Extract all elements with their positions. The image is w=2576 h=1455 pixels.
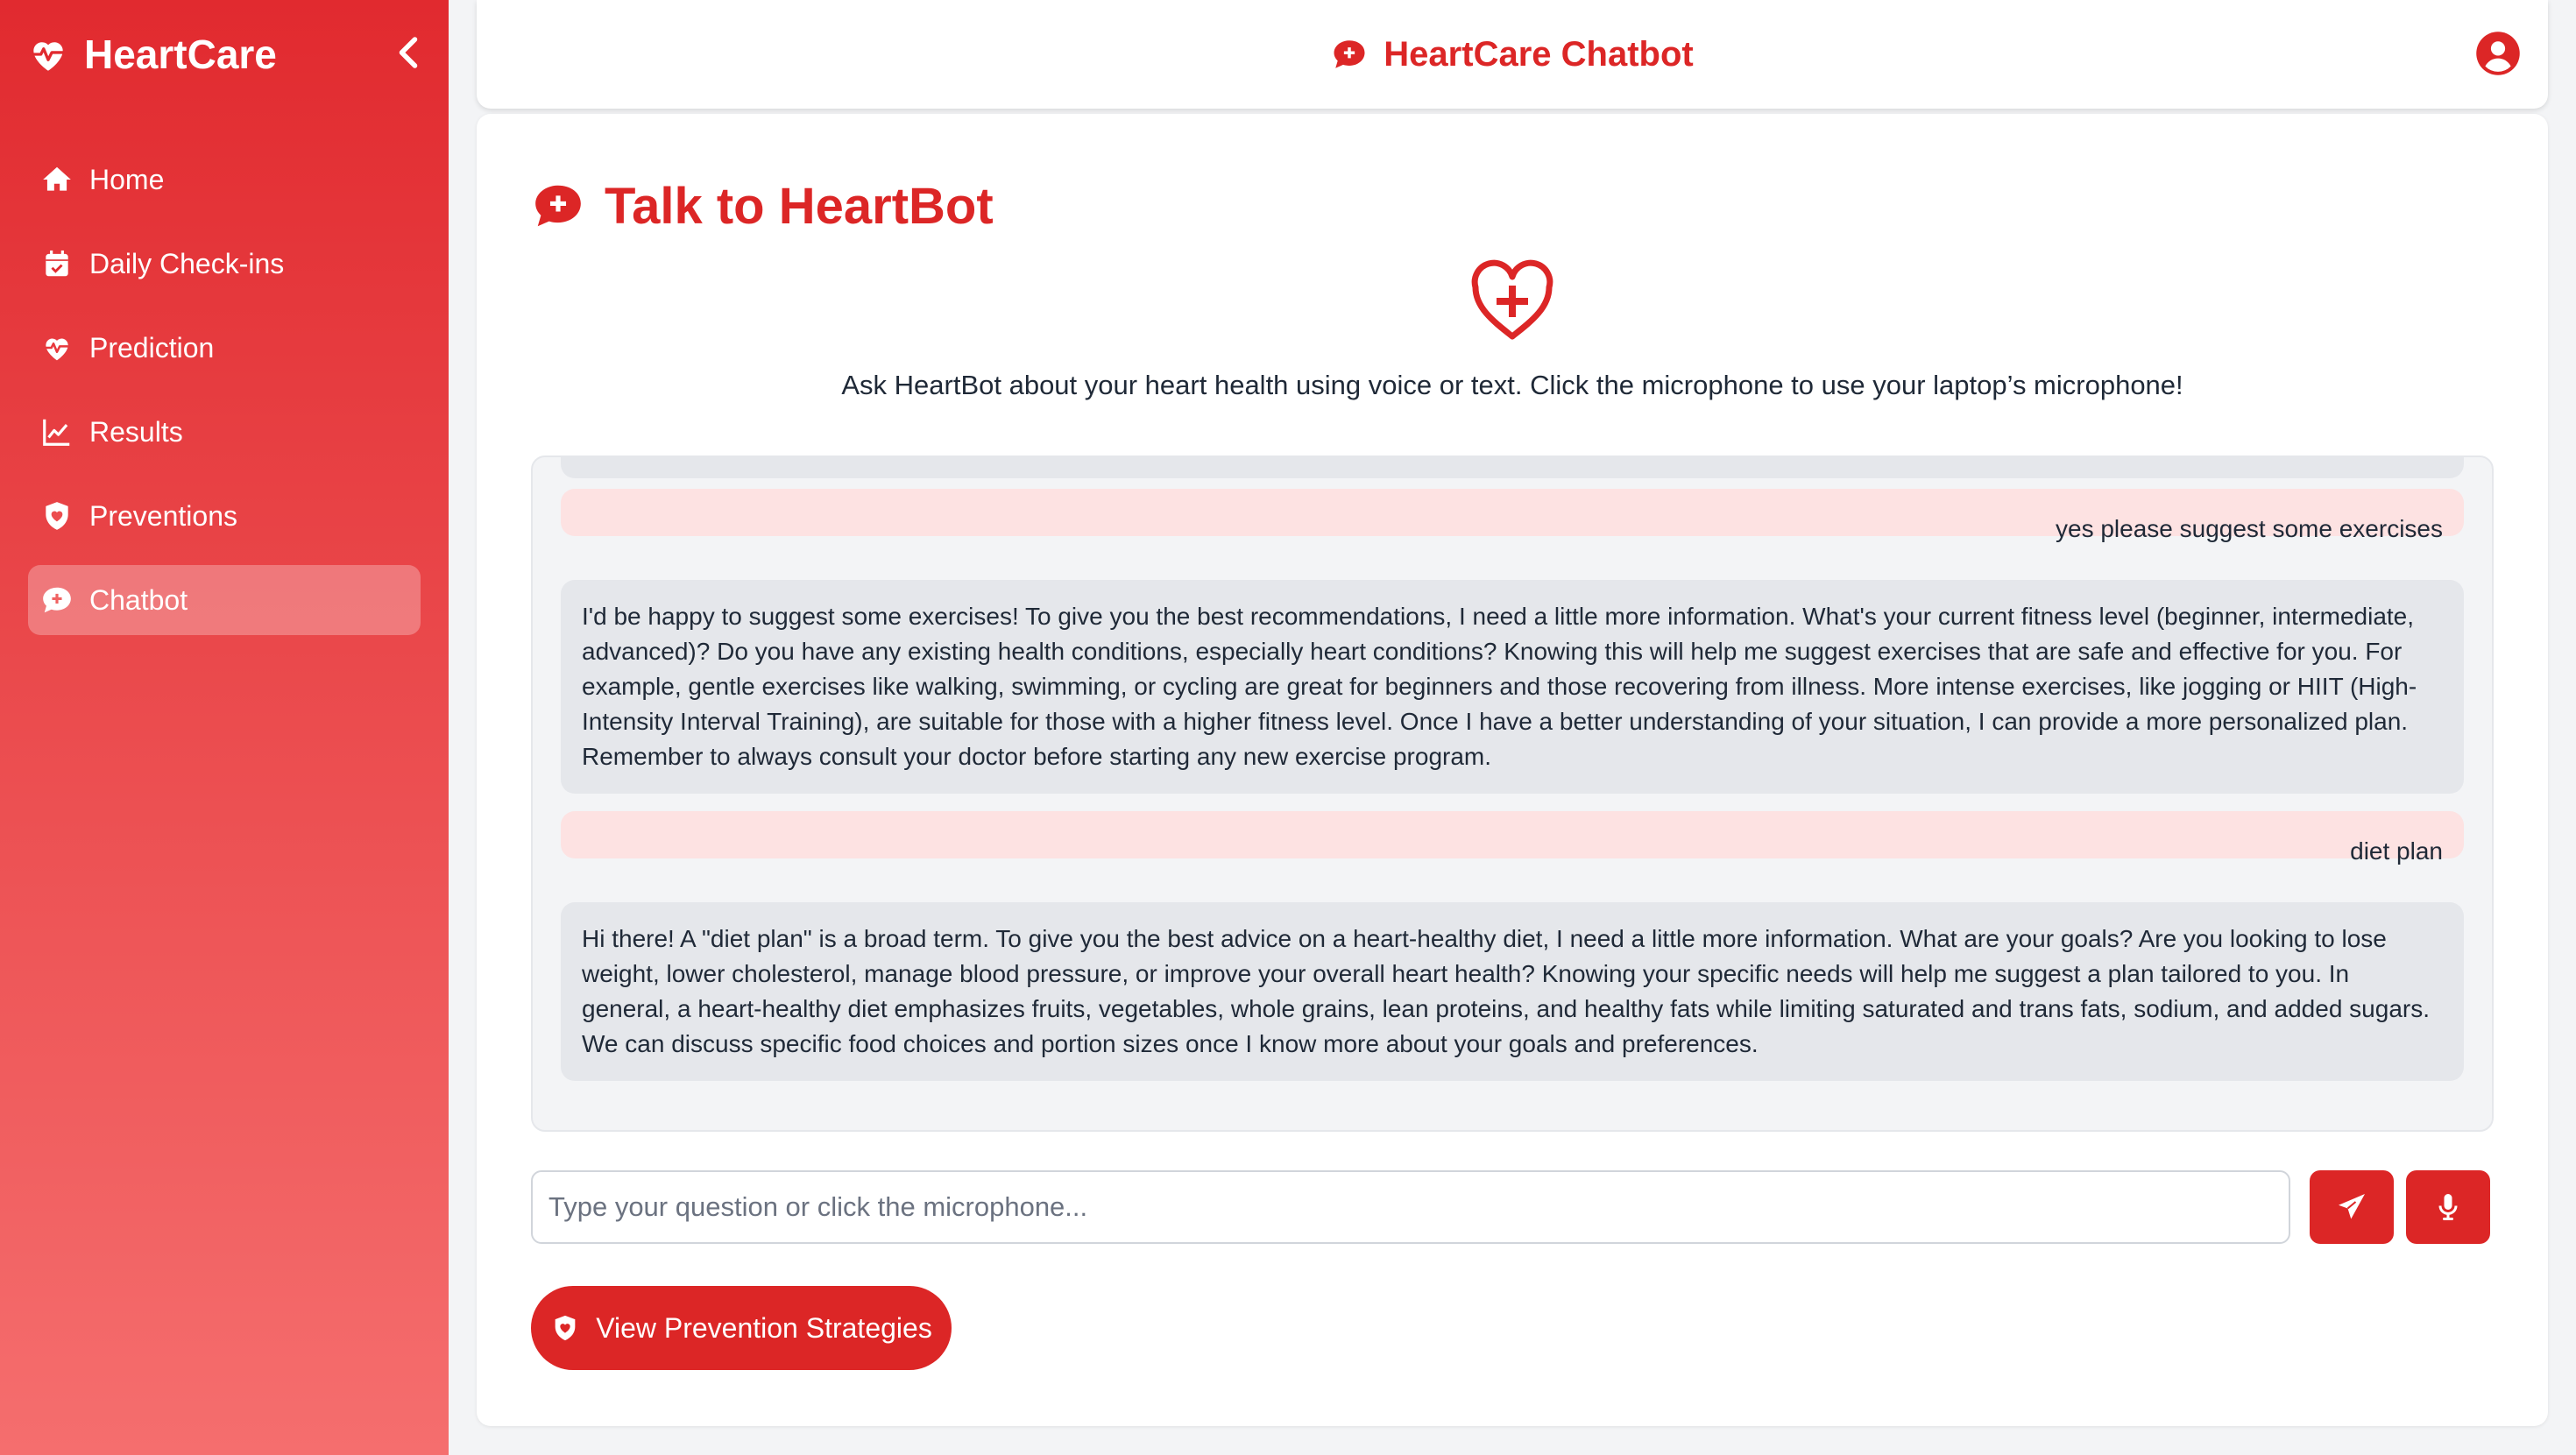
sidebar-nav: Home Daily Check-ins Prediction Results …: [28, 145, 421, 649]
user-message: yes please suggest some exercises: [561, 489, 2464, 542]
heart-pulse-logo-icon: [32, 42, 65, 71]
bot-message: I'd be happy to suggest some exercises! …: [561, 580, 2464, 794]
message-input[interactable]: [531, 1170, 2290, 1244]
sidebar-item-label: Daily Check-ins: [89, 247, 285, 279]
page-title-text: Talk to HeartBot: [605, 177, 994, 235]
comment-medical-icon: [1334, 40, 1365, 68]
sidebar-item-home[interactable]: Home: [28, 145, 421, 215]
chevron-left-icon: [399, 37, 418, 68]
header-title-text: HeartCare Chatbot: [1384, 34, 1694, 74]
user-message: diet plan: [561, 811, 2464, 865]
sidebar-item-results[interactable]: Results: [28, 397, 421, 467]
sidebar-item-preventions[interactable]: Preventions: [28, 481, 421, 551]
brand-name: HeartCare: [84, 32, 277, 77]
send-button[interactable]: [2310, 1170, 2394, 1244]
sidebar-item-label: Preventions: [89, 499, 237, 532]
sidebar-item-label: Chatbot: [89, 583, 188, 616]
heart-pulse-icon: [46, 338, 68, 361]
sidebar-item-label: Results: [89, 415, 183, 448]
message-composer: [531, 1170, 2490, 1244]
shield-heart-icon: [46, 502, 68, 530]
microphone-button[interactable]: [2406, 1170, 2490, 1244]
heart-plus-icon: [1471, 259, 1553, 340]
view-prevention-strategies-button[interactable]: View Prevention Strategies: [531, 1286, 952, 1370]
sidebar-item-chatbot[interactable]: Chatbot: [28, 565, 421, 635]
chat-panel: Talk to HeartBot Ask HeartBot about your…: [477, 114, 2548, 1426]
top-bar: HeartCare Chatbot: [477, 0, 2548, 109]
brand[interactable]: HeartCare: [26, 26, 277, 82]
page-title: Talk to HeartBot: [531, 166, 994, 245]
prevention-button-label: View Prevention Strategies: [596, 1311, 932, 1344]
intro-text: Ask HeartBot about your heart health usi…: [841, 370, 2183, 400]
user-circle-icon: [2476, 32, 2520, 75]
sidebar-item-daily-check-ins[interactable]: Daily Check-ins: [28, 229, 421, 299]
paper-plane-icon: [2339, 1194, 2365, 1219]
home-icon: [43, 166, 71, 191]
chat-messages[interactable]: yes please suggest some exercises I'd be…: [531, 456, 2494, 1132]
sidebar: HeartCare Home Daily Check-ins Predictio…: [0, 0, 449, 1455]
chart-line-icon: [43, 419, 70, 446]
collapse-sidebar-button[interactable]: [389, 33, 428, 72]
comment-medical-icon: [535, 185, 581, 227]
bot-message-partial: [561, 457, 2464, 478]
calendar-check-icon: [46, 250, 68, 277]
user-avatar-button[interactable]: [2474, 30, 2522, 77]
microphone-icon: [2438, 1194, 2458, 1220]
bot-message: Hi there! A "diet plan" is a broad term.…: [561, 902, 2464, 1081]
comment-medical-icon: [43, 587, 71, 613]
header-title: HeartCare Chatbot: [477, 0, 2548, 109]
shield-heart-icon: [555, 1315, 576, 1341]
sidebar-item-label: Home: [89, 163, 165, 195]
sidebar-item-label: Prediction: [89, 331, 215, 364]
sidebar-item-prediction[interactable]: Prediction: [28, 313, 421, 383]
